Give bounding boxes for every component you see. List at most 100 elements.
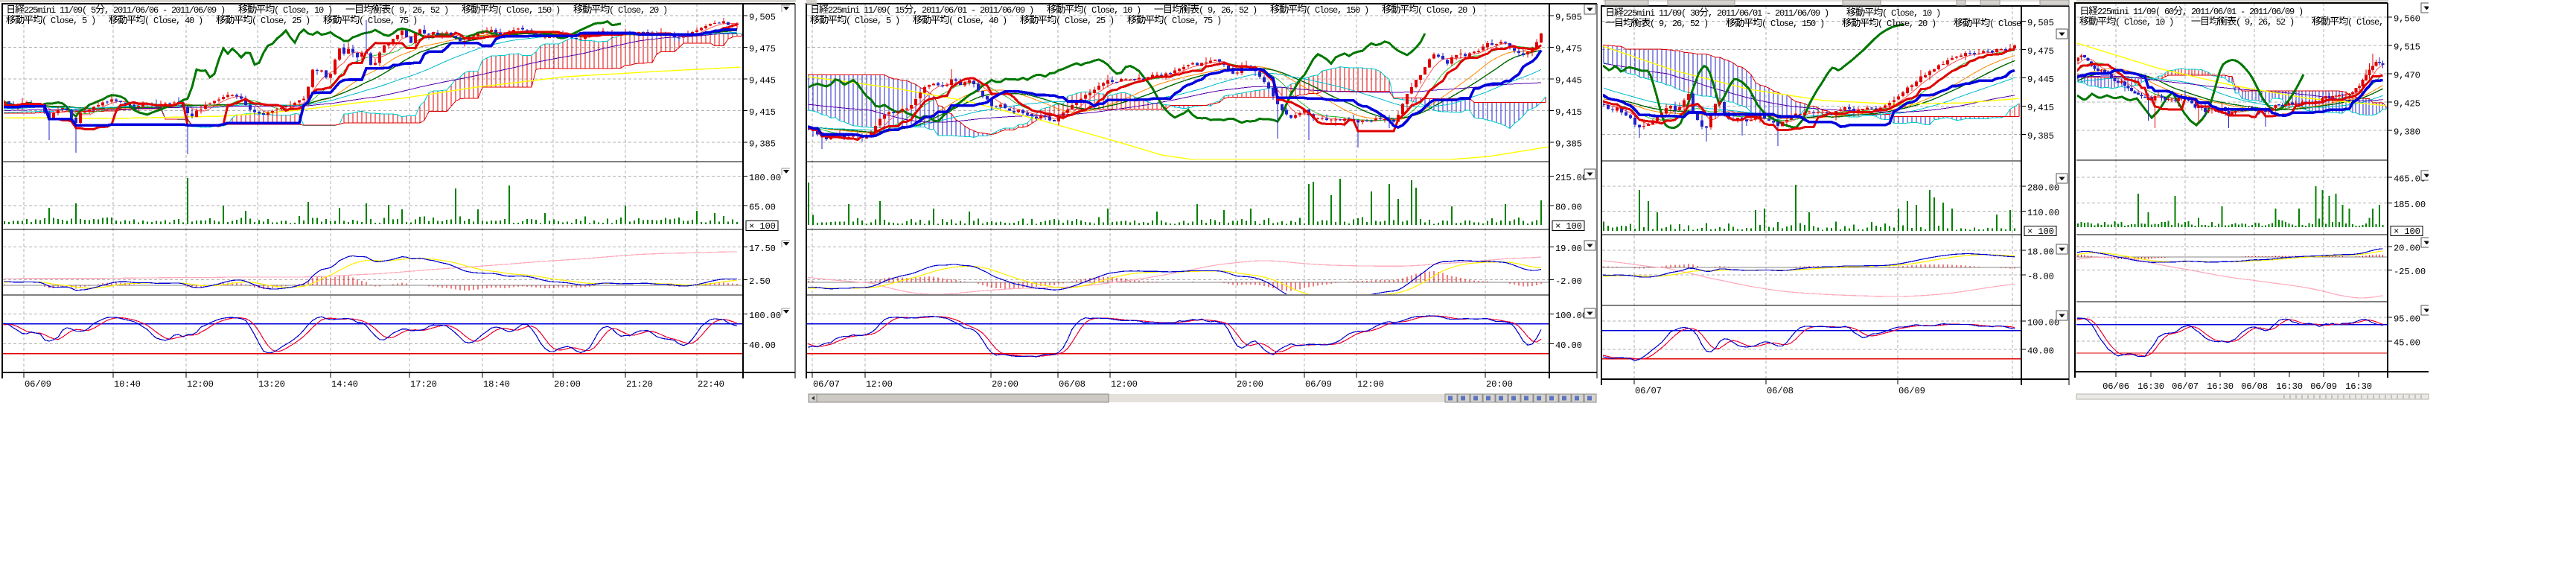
svg-text:40.00: 40.00 — [2027, 346, 2054, 357]
svg-text:12:00: 12:00 — [1357, 379, 1384, 390]
svg-text:9,470: 9,470 — [2394, 71, 2420, 81]
svg-text:( Close, 25 ): ( Close, 25 ) — [252, 16, 323, 26]
svg-text:12:00: 12:00 — [187, 379, 214, 390]
svg-text:9,445: 9,445 — [2027, 74, 2054, 85]
svg-text:225mini 11/09( 15: 225mini 11/09( 15 — [828, 5, 905, 16]
svg-text:45.00: 45.00 — [2394, 338, 2420, 349]
svg-text:9,515: 9,515 — [2394, 42, 2420, 53]
svg-text:22:40: 22:40 — [698, 379, 724, 390]
svg-text:( Close, 150 ): ( Close, 150 ) — [1306, 5, 1382, 16]
svg-text:12:00: 12:00 — [1111, 379, 1138, 390]
svg-text:18.00: 18.00 — [2027, 247, 2054, 258]
svg-text:( Close, 75 ): ( Close, 75 ) — [1163, 16, 1221, 26]
svg-text:9,505: 9,505 — [2027, 18, 2054, 28]
svg-text:( 9, 26, 52 ): ( 9, 26, 52 ) — [390, 5, 462, 16]
svg-text:06/09: 06/09 — [2310, 381, 2337, 392]
svg-text:, 2011/06/01 - 2011/06/09 ): , 2011/06/01 - 2011/06/09 ) — [1708, 8, 1846, 19]
svg-text:110.00: 110.00 — [2027, 208, 2059, 218]
svg-text:( Close, 25 ): ( Close, 25 ) — [1056, 16, 1127, 26]
svg-text:9,475: 9,475 — [749, 44, 776, 54]
svg-text:9,380: 9,380 — [2394, 127, 2420, 138]
svg-text:65.00: 65.00 — [749, 203, 776, 213]
svg-text:, 2011/06/01 - 2011/06/09 ): , 2011/06/01 - 2011/06/09 ) — [2182, 7, 2303, 17]
svg-text:225mini 11/09( 5: 225mini 11/09( 5 — [24, 5, 96, 16]
svg-text:10:40: 10:40 — [114, 379, 141, 390]
svg-text:100.00: 100.00 — [2027, 318, 2059, 329]
svg-text:9,415: 9,415 — [749, 107, 776, 118]
svg-text:06/07: 06/07 — [813, 379, 840, 390]
svg-text:× 100: × 100 — [749, 221, 776, 232]
svg-text:40.00: 40.00 — [749, 340, 776, 351]
svg-text:9,505: 9,505 — [749, 13, 776, 23]
svg-text:9,445: 9,445 — [749, 76, 776, 86]
svg-text:180.00: 180.00 — [749, 173, 781, 183]
svg-text:06/09: 06/09 — [1305, 379, 1332, 390]
svg-text:06/07: 06/07 — [1635, 386, 1662, 396]
svg-text:( Close, 150 ): ( Close, 150 ) — [497, 5, 573, 16]
svg-text:× 100: × 100 — [1555, 221, 1582, 232]
svg-text:( Close, 150 ): ( Close, 150 ) — [1762, 19, 1842, 29]
svg-text:215.00: 215.00 — [1555, 173, 1587, 183]
svg-text:13:20: 13:20 — [258, 379, 285, 390]
svg-text:100.00: 100.00 — [1555, 311, 1587, 321]
svg-text:20.00: 20.00 — [2394, 244, 2420, 254]
svg-text:9,475: 9,475 — [1555, 44, 1582, 54]
svg-text:80.00: 80.00 — [1555, 203, 1582, 213]
svg-text:( Close, 20 ): ( Close, 20 ) — [1878, 19, 1954, 29]
svg-text:9,385: 9,385 — [749, 139, 776, 150]
svg-text:280.00: 280.00 — [2027, 183, 2059, 194]
svg-text:06/09: 06/09 — [25, 379, 51, 390]
svg-text:, 2011/06/01 - 2011/06/09 ): , 2011/06/01 - 2011/06/09 ) — [913, 5, 1047, 16]
svg-text:( Close, 10 ): ( Close, 10 ) — [1882, 8, 1940, 19]
svg-text:20:00: 20:00 — [1486, 379, 1513, 390]
svg-text:14:40: 14:40 — [331, 379, 358, 390]
svg-text:( Close, 40 ): ( Close, 40 ) — [949, 16, 1020, 26]
svg-text:( Close, 20 ): ( Close, 20 ) — [1418, 5, 1476, 16]
svg-text:9,505: 9,505 — [1555, 13, 1582, 23]
svg-text:9,475: 9,475 — [2027, 46, 2054, 57]
svg-text:17.50: 17.50 — [749, 244, 776, 254]
svg-text:( Close, 5 ): ( Close, 5 ) — [42, 16, 109, 26]
svg-text:16:30: 16:30 — [2276, 381, 2303, 392]
svg-text:( Close, 5 ): ( Close, 5 ) — [846, 16, 913, 26]
svg-text:18:40: 18:40 — [483, 379, 510, 390]
svg-text:16:30: 16:30 — [2207, 381, 2234, 392]
svg-text:× 100: × 100 — [2027, 226, 2054, 237]
svg-text:06/06: 06/06 — [2102, 381, 2129, 392]
svg-text:95.00: 95.00 — [2394, 314, 2420, 325]
svg-text:19.00: 19.00 — [1555, 244, 1582, 254]
svg-text:9,385: 9,385 — [1555, 139, 1582, 150]
svg-text:20:00: 20:00 — [992, 379, 1018, 390]
svg-text:20:00: 20:00 — [554, 379, 581, 390]
svg-text:2.50: 2.50 — [749, 276, 771, 287]
svg-text:06/08: 06/08 — [1767, 386, 1794, 396]
svg-text:06/09: 06/09 — [1898, 386, 1925, 396]
svg-text:9,445: 9,445 — [1555, 76, 1582, 86]
svg-text:185.00: 185.00 — [2394, 200, 2426, 210]
svg-text:12:00: 12:00 — [866, 379, 893, 390]
svg-text:06/08: 06/08 — [2241, 381, 2268, 392]
svg-text:20:00: 20:00 — [1237, 379, 1263, 390]
svg-text:-25.00: -25.00 — [2394, 267, 2426, 277]
svg-text:17:20: 17:20 — [410, 379, 437, 390]
svg-text:( Close, 10 ): ( Close, 10 ) — [1083, 5, 1154, 16]
svg-text:-2.00: -2.00 — [1555, 276, 1582, 287]
svg-text:100.00: 100.00 — [749, 311, 781, 321]
svg-text:16:30: 16:30 — [2137, 381, 2164, 392]
svg-text:9,425: 9,425 — [2394, 99, 2420, 110]
svg-text:× 100: × 100 — [2394, 226, 2420, 237]
svg-text:( 9, 26, 52 ): ( 9, 26, 52 ) — [2236, 17, 2312, 28]
svg-text:06/07: 06/07 — [2172, 381, 2199, 392]
svg-text:( Close, 10 ): ( Close, 10 ) — [2115, 17, 2191, 28]
svg-text:225mini 11/09( 60: 225mini 11/09( 60 — [2097, 7, 2174, 17]
svg-text:( 9, 26, 52 ): ( 9, 26, 52 ) — [1199, 5, 1270, 16]
svg-text:225mini 11/09( 30: 225mini 11/09( 30 — [1623, 8, 1700, 19]
svg-text:9,560: 9,560 — [2394, 14, 2420, 25]
svg-text:21:20: 21:20 — [626, 379, 653, 390]
svg-text:-8.00: -8.00 — [2027, 272, 2054, 282]
svg-text:9,415: 9,415 — [2027, 103, 2054, 113]
svg-text:9,385: 9,385 — [2027, 131, 2054, 142]
svg-text:( Close, 40 ): ( Close, 40 ) — [144, 16, 216, 26]
svg-text:16:30: 16:30 — [2345, 381, 2372, 392]
svg-text:9,415: 9,415 — [1555, 107, 1582, 118]
